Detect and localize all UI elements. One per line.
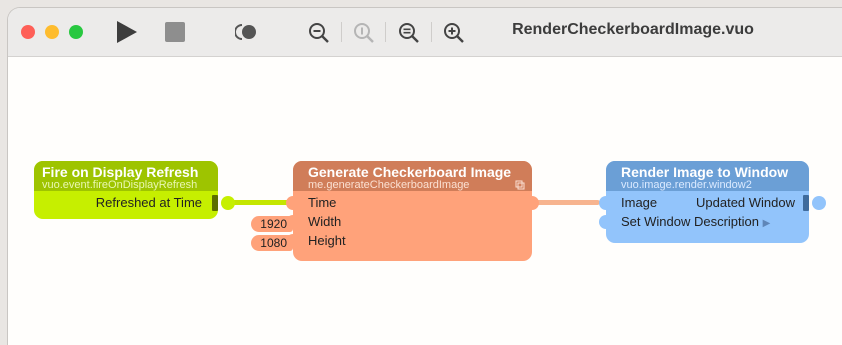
output-port-refreshed-at-time[interactable] (221, 196, 235, 210)
composition-canvas[interactable]: Fire on Display Refresh vuo.event.fireOn… (8, 57, 842, 345)
editor-window: RenderCheckerboardImage.vuo Fire on Disp… (8, 8, 842, 345)
window-title: RenderCheckerboardImage.vuo (512, 21, 754, 38)
input-port-label-width: Width (308, 214, 342, 229)
minimize-button[interactable] (45, 25, 59, 39)
zoom-in-button[interactable] (443, 22, 465, 49)
node-render-image-to-window[interactable]: Render Image to Window vuo.image.render.… (599, 161, 826, 243)
zoom-actual-size-icon (354, 23, 374, 43)
node-fire-on-display-refresh[interactable]: Fire on Display Refresh vuo.event.fireOn… (34, 161, 235, 219)
zoom-window-button[interactable] (69, 25, 83, 39)
width-constant-value[interactable]: 1920 (251, 216, 293, 232)
input-port-label-time: Time (308, 195, 337, 210)
zoom-out-button[interactable] (308, 22, 330, 49)
zoom-to-fit-button[interactable] (398, 22, 420, 49)
play-icon (117, 21, 137, 43)
zoom-out-icon (309, 23, 329, 43)
output-port-image[interactable] (525, 196, 539, 210)
show-events-icon (234, 24, 256, 40)
node-generate-checkerboard-image[interactable]: Generate Checkerboard Image me.generateC… (286, 161, 539, 261)
input-port-label-set-window-description: Set Window Description ▶ (621, 214, 770, 232)
input-port-image[interactable] (599, 196, 613, 210)
toolbar-separator (431, 22, 432, 42)
node-class-name: vuo.event.fireOnDisplayRefresh (42, 179, 198, 191)
close-button[interactable] (21, 25, 35, 39)
node-class-name: me.generateCheckerboardImage (308, 179, 470, 191)
edit-node-icon[interactable] (515, 180, 525, 190)
input-port-label-height: Height (308, 233, 346, 248)
node-title: Fire on Display Refresh (42, 164, 199, 180)
toolbar-separator (385, 22, 386, 42)
output-port-label-updated-window: Updated Window (696, 195, 795, 210)
input-port-label-text: Set Window Description (621, 214, 759, 229)
input-port-set-window-description[interactable] (599, 215, 613, 229)
node-header[interactable]: Generate Checkerboard Image me.generateC… (293, 161, 532, 191)
trigger-port-bar[interactable] (803, 195, 809, 211)
toolbar-separator (341, 22, 342, 42)
cable-image[interactable] (536, 200, 600, 205)
input-port-time[interactable] (286, 196, 300, 210)
trigger-port-bar[interactable] (212, 195, 218, 211)
zoom-to-fit-icon (399, 23, 419, 43)
height-constant-value[interactable]: 1080 (251, 235, 293, 251)
show-events-button[interactable] (234, 23, 259, 46)
stop-button[interactable] (164, 21, 186, 48)
run-button[interactable] (114, 19, 140, 50)
output-port-label: Refreshed at Time (95, 195, 202, 210)
node-header[interactable]: Fire on Display Refresh vuo.event.fireOn… (34, 161, 218, 191)
input-port-label-image: Image (621, 195, 658, 210)
node-class-name: vuo.image.render.window2 (621, 179, 752, 191)
more-arrow-icon[interactable]: ▶ (763, 218, 771, 229)
node-header[interactable]: Render Image to Window vuo.image.render.… (606, 161, 809, 191)
output-port-updated-window[interactable] (812, 196, 826, 210)
title-bar: RenderCheckerboardImage.vuo (8, 8, 842, 57)
stop-icon (165, 22, 185, 42)
zoom-in-icon (444, 23, 464, 43)
node-title: Generate Checkerboard Image (308, 164, 512, 180)
node-title: Render Image to Window (621, 164, 789, 180)
zoom-actual-size-button[interactable] (353, 22, 375, 49)
